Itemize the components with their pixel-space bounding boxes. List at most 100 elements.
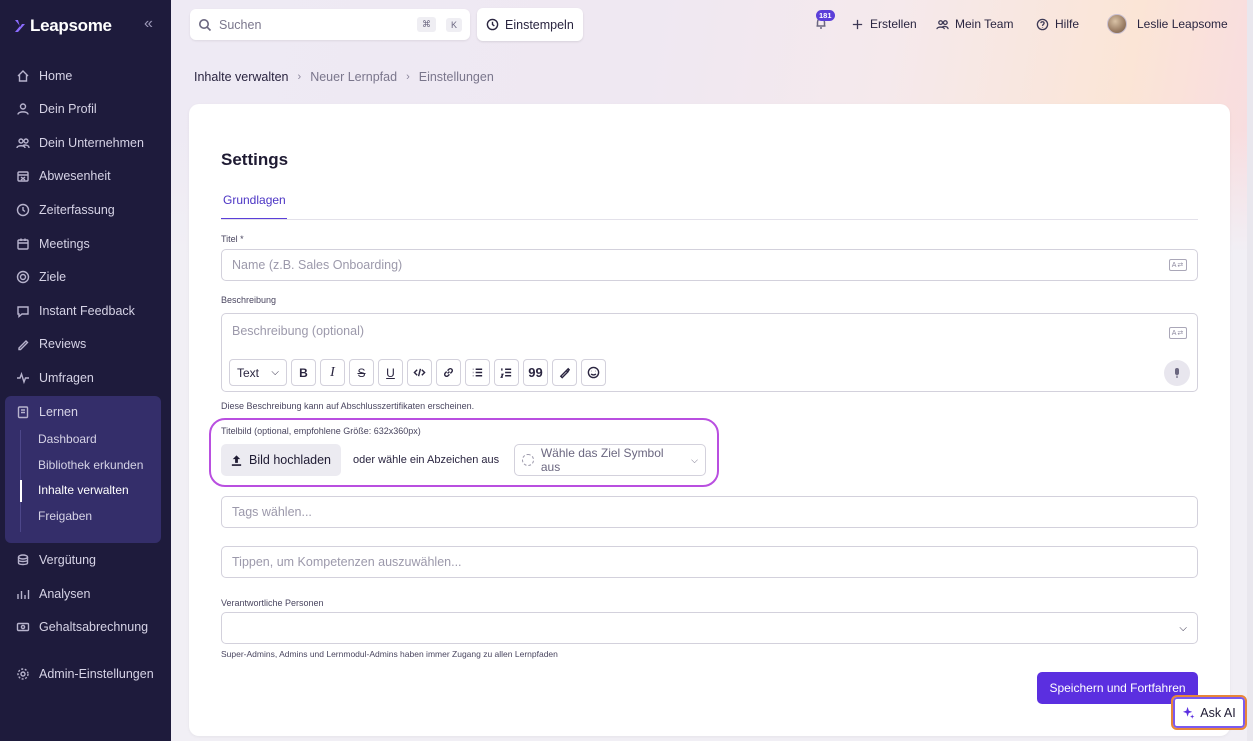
shortcut-cmd: ⌘: [416, 17, 436, 32]
chart-icon: [17, 590, 30, 599]
clock-in-button[interactable]: Einstempeln: [477, 8, 583, 41]
tab-basics[interactable]: Grundlagen: [221, 193, 287, 220]
sidebar-item-label: Home: [39, 69, 73, 83]
title-label: Titel *: [221, 234, 244, 244]
ask-ai-label: Ask AI: [1200, 705, 1236, 720]
plus-icon: [852, 19, 863, 29]
sidebar-sub-library[interactable]: Bibliothek erkunden: [38, 458, 143, 472]
sidebar-item-surveys[interactable]: Umfragen: [16, 368, 94, 388]
image-label: Titelbild (optional, empfohlene Größe: 6…: [221, 426, 421, 436]
users-icon: [936, 19, 949, 29]
highlight-button[interactable]: [552, 359, 577, 386]
upload-image-button[interactable]: Bild hochladen: [221, 444, 341, 476]
page-title: Settings: [221, 150, 289, 169]
breadcrumb-item[interactable]: Inhalte verwalten: [194, 70, 289, 84]
upload-icon: [231, 454, 242, 466]
skills-input[interactable]: Tippen, um Kompetenzen auszuwählen...: [221, 546, 1198, 578]
underline-button[interactable]: U: [378, 359, 403, 386]
sidebar-item-label: Meetings: [39, 237, 90, 251]
sidebar-item-meetings[interactable]: Meetings: [16, 234, 90, 254]
sidebar-item-goals[interactable]: Ziele: [16, 267, 66, 287]
active-indicator: [20, 480, 22, 502]
sidebar-item-reviews[interactable]: Reviews: [16, 334, 86, 354]
link-icon: [444, 368, 453, 377]
calendar-x-icon: [17, 171, 29, 182]
numbered-list-icon: [500, 368, 512, 378]
my-team-button[interactable]: Mein Team: [936, 14, 1013, 34]
responsible-select[interactable]: ⌵: [221, 612, 1198, 644]
book-icon: [17, 406, 29, 419]
chat-icon: [17, 306, 29, 318]
microphone-button[interactable]: [1164, 360, 1190, 386]
responsible-note: Super-Admins, Admins und Lernmodul-Admin…: [221, 649, 558, 659]
translate-icon[interactable]: A⇄: [1169, 259, 1187, 271]
sidebar-item-home[interactable]: Home: [16, 66, 72, 86]
chevron-right-icon: ›: [406, 71, 410, 83]
sidebar: Leapsome « Home Dein Profil Dein Unterne…: [0, 0, 171, 741]
sidebar-item-label: Ziele: [39, 270, 67, 284]
breadcrumb-item: Einstellungen: [418, 70, 494, 84]
goal-symbol-select[interactable]: Wähle das Ziel Symbol aus ⌵: [514, 444, 706, 476]
smiley-icon: [587, 366, 600, 379]
collapse-sidebar-icon[interactable]: «: [144, 15, 153, 33]
pulse-icon: [17, 371, 29, 385]
italic-icon: I: [330, 364, 335, 380]
tags-input[interactable]: Tags wählen...: [221, 496, 1198, 528]
sidebar-sub-manage-content[interactable]: Inhalte verwalten: [38, 483, 129, 497]
sidebar-item-profile[interactable]: Dein Profil: [16, 99, 97, 119]
search-input[interactable]: Suchen ⌘ K: [190, 9, 470, 40]
microphone-icon: [1175, 368, 1179, 378]
text-style-select[interactable]: Text ⌵: [229, 359, 287, 386]
notification-badge: 181: [816, 10, 835, 21]
sidebar-item-time[interactable]: Zeiterfassung: [16, 200, 115, 220]
chevron-down-icon: ⌵: [691, 454, 698, 465]
breadcrumb-item[interactable]: Neuer Lernpfad: [310, 70, 397, 84]
clock-icon: [486, 18, 499, 31]
sidebar-sub-approvals[interactable]: Freigaben: [38, 509, 92, 523]
breadcrumb: Inhalte verwalten › Neuer Lernpfad › Ein…: [194, 70, 494, 84]
tab-divider: [221, 219, 1198, 220]
sidebar-item-analytics[interactable]: Analysen: [16, 584, 90, 604]
home-icon: [17, 70, 29, 82]
skills-placeholder: Tippen, um Kompetenzen auszuwählen...: [232, 555, 462, 569]
brand-name: Leapsome: [30, 16, 112, 35]
sidebar-item-admin-settings[interactable]: Admin-Einstellungen: [16, 664, 154, 684]
bullet-list-button[interactable]: [465, 359, 490, 386]
title-input[interactable]: Name (z.B. Sales Onboarding) A⇄: [221, 249, 1198, 281]
translate-icon[interactable]: A⇄: [1169, 327, 1187, 339]
help-button[interactable]: Hilfe: [1036, 14, 1079, 34]
bullet-list-icon: [472, 368, 483, 377]
scrollbar[interactable]: [1247, 0, 1253, 741]
sparkle-icon: [1183, 706, 1195, 719]
sidebar-item-label: Lernen: [39, 405, 78, 419]
link-button[interactable]: [436, 359, 461, 386]
description-placeholder: Beschreibung (optional): [232, 324, 365, 338]
description-label: Beschreibung: [221, 295, 277, 305]
sidebar-item-absence[interactable]: Abwesenheit: [16, 166, 111, 186]
italic-button[interactable]: I: [320, 359, 345, 386]
or-badge-text: oder wähle ein Abzeichen aus: [353, 454, 500, 466]
clock-in-label: Einstempeln: [505, 17, 574, 32]
user-icon: [17, 103, 29, 115]
numbered-list-button[interactable]: [494, 359, 519, 386]
ask-ai-button[interactable]: Ask AI: [1171, 695, 1247, 730]
emoji-button[interactable]: [581, 359, 606, 386]
sidebar-item-payroll[interactable]: Gehaltsabrechnung: [16, 617, 148, 637]
quote-button[interactable]: 99: [523, 359, 548, 386]
pen-icon: [18, 340, 29, 351]
strikethrough-button[interactable]: S: [349, 359, 374, 386]
code-button[interactable]: [407, 359, 432, 386]
editor-toolbar: Text ⌵ B I S U 99: [229, 359, 606, 386]
user-menu[interactable]: Leslie Leapsome: [1107, 14, 1228, 34]
search-icon: [199, 18, 212, 31]
bold-button[interactable]: B: [291, 359, 316, 386]
sidebar-item-company[interactable]: Dein Unternehmen: [16, 133, 144, 153]
create-button[interactable]: Erstellen: [851, 14, 917, 34]
sidebar-item-label: Vergütung: [39, 553, 96, 567]
calendar-icon: [17, 238, 29, 250]
sidebar-item-learn[interactable]: Lernen: [16, 402, 78, 422]
sidebar-sub-dashboard[interactable]: Dashboard: [38, 432, 97, 446]
logo[interactable]: Leapsome: [14, 16, 112, 36]
sidebar-item-compensation[interactable]: Vergütung: [16, 550, 96, 570]
sidebar-item-feedback[interactable]: Instant Feedback: [16, 301, 135, 321]
